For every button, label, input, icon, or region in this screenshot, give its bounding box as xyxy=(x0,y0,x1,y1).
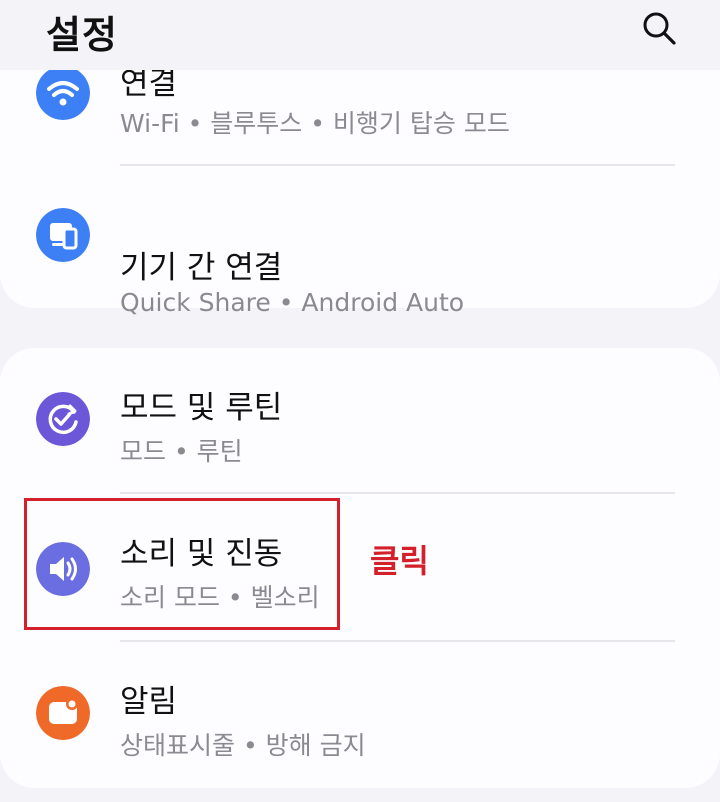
connected-devices-subtitle: Quick Share • Android Auto xyxy=(120,288,465,317)
click-highlight-box xyxy=(24,498,340,630)
notifications-title: 알림 xyxy=(120,684,178,720)
connections-subtitle: Wi-Fi • 블루투스 • 비행기 탑승 모드 xyxy=(120,109,510,138)
click-annotation-label: 클릭 xyxy=(370,542,429,580)
app-header: 설정 xyxy=(0,0,720,70)
page-title: 설정 xyxy=(46,13,118,57)
settings-card-connections: 연결 Wi-Fi • 블루투스 • 비행기 탑승 모드 기기 간 연결 Quic… xyxy=(0,40,720,317)
wifi-icon xyxy=(36,66,90,120)
settings-item-notifications[interactable]: 알림 상태표시줄 • 방해 금지 xyxy=(0,644,720,788)
divider xyxy=(120,640,675,642)
connected-devices-title: 기기 간 연결 xyxy=(120,250,283,286)
modes-routines-subtitle: 모드 • 루틴 xyxy=(120,437,243,466)
divider xyxy=(120,164,675,166)
settings-item-modes-routines[interactable]: 모드 및 루틴 모드 • 루틴 xyxy=(0,348,720,492)
devices-icon xyxy=(36,208,90,262)
search-icon[interactable] xyxy=(638,6,680,48)
routine-check-icon xyxy=(36,392,90,446)
notifications-subtitle: 상태표시줄 • 방해 금지 xyxy=(120,731,366,760)
modes-routines-title: 모드 및 루틴 xyxy=(120,390,283,426)
notification-icon xyxy=(36,686,90,740)
divider xyxy=(120,492,675,494)
settings-item-connected-devices[interactable]: 기기 간 연결 Quick Share • Android Auto xyxy=(0,168,720,317)
